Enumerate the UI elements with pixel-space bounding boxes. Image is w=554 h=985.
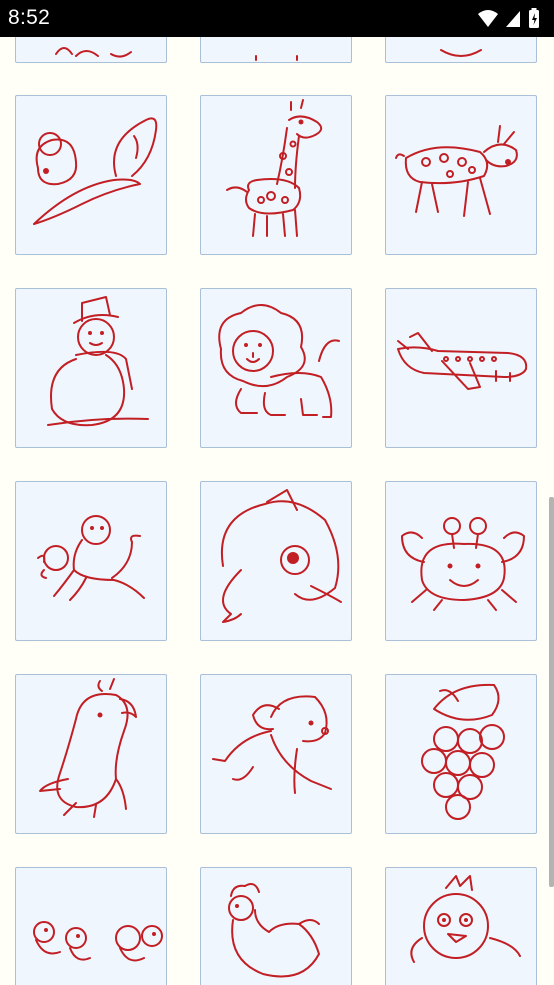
drawing-card-squirrel[interactable] bbox=[15, 95, 167, 255]
squirrel-drawing bbox=[33, 117, 158, 225]
drawing-card-crab[interactable] bbox=[385, 481, 537, 641]
parrot-drawing bbox=[39, 678, 137, 818]
drawing-card-monkey[interactable] bbox=[15, 481, 167, 641]
drawing-card-snowman[interactable] bbox=[15, 288, 167, 448]
drawing-card-parrot[interactable] bbox=[15, 674, 167, 834]
status-time: 8:52 bbox=[8, 6, 51, 29]
grapes-drawing bbox=[421, 683, 505, 820]
chicks-drawing bbox=[33, 921, 163, 962]
bird-drawing bbox=[410, 875, 521, 963]
drawing-grid bbox=[0, 0, 554, 985]
dolphin-drawing bbox=[220, 489, 342, 623]
drawing-card-dolphin[interactable] bbox=[200, 481, 352, 641]
lion-drawing bbox=[218, 304, 340, 418]
drawing-card-giraffe[interactable] bbox=[200, 95, 352, 255]
drawing-card-hen[interactable] bbox=[200, 867, 352, 985]
giraffe-drawing bbox=[226, 99, 323, 237]
drawing-card-deer[interactable] bbox=[385, 95, 537, 255]
airplane-drawing bbox=[397, 332, 528, 390]
cellular-signal-icon bbox=[506, 11, 520, 27]
drawing-card-airplane[interactable] bbox=[385, 288, 537, 448]
crab-drawing bbox=[401, 517, 525, 611]
monkey-drawing bbox=[37, 515, 145, 601]
drawing-card-dog[interactable] bbox=[200, 674, 352, 834]
drawing-card-grapes[interactable] bbox=[385, 674, 537, 834]
snowman-drawing bbox=[47, 296, 149, 427]
drawing-card-lion[interactable] bbox=[200, 288, 352, 448]
wifi-icon bbox=[478, 10, 498, 27]
drawing-card-bird[interactable] bbox=[385, 867, 537, 985]
status-icons bbox=[476, 8, 548, 28]
hen-drawing bbox=[228, 883, 320, 978]
status-bar: 8:52 bbox=[0, 0, 554, 37]
deer-drawing bbox=[395, 125, 518, 217]
battery-charging-icon bbox=[529, 8, 539, 28]
drawing-card-chicks[interactable] bbox=[15, 867, 167, 985]
scrollbar-thumb[interactable] bbox=[549, 497, 554, 887]
dog-drawing bbox=[212, 695, 332, 794]
